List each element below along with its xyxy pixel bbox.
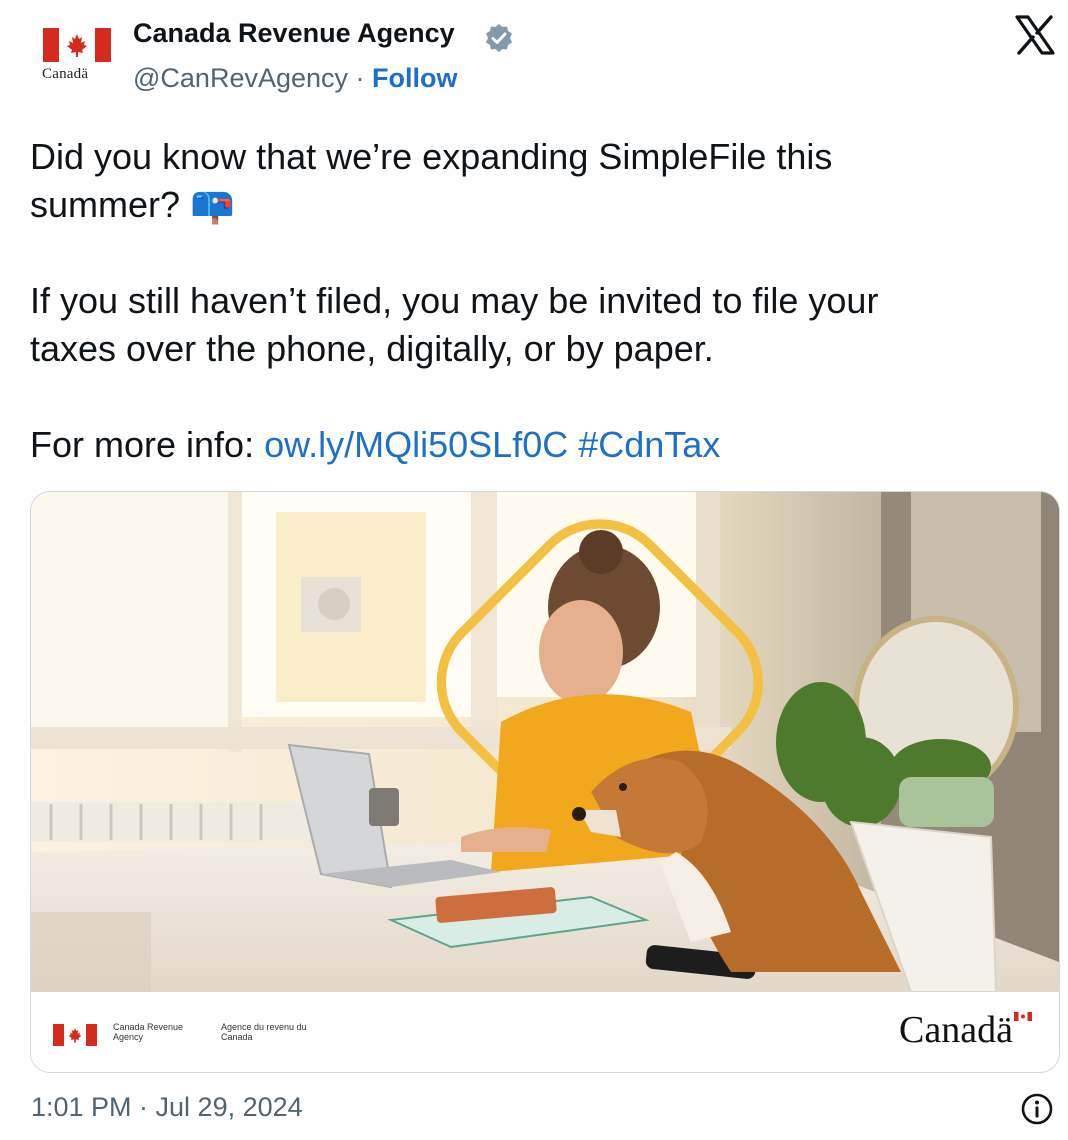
- tweet-line-text: summer?: [30, 184, 181, 225]
- tweet-line: For more info: ow.ly/MQli50SLf0C #CdnTax: [30, 421, 1040, 469]
- verified-badge-icon: [486, 24, 512, 52]
- canada-wordmark: Canadä: [42, 66, 89, 82]
- canada-flag-icon: [1014, 1012, 1032, 1021]
- account-handle[interactable]: @CanRevAgency: [133, 63, 348, 93]
- tweet-line: Did you know that we’re expanding Simple…: [30, 136, 833, 177]
- media-footer-band: Canada Revenue Agency Agence du revenu d…: [31, 992, 1059, 1072]
- tweet-timestamp[interactable]: 1:01 PM · Jul 29, 2024: [31, 1092, 303, 1123]
- handle-row: @CanRevAgency · Follow: [133, 63, 458, 94]
- separator: ·: [355, 63, 365, 93]
- window-pane: [31, 492, 231, 732]
- tweet-text: Did you know that we’re expanding Simple…: [30, 133, 1040, 469]
- agency-name-en: Canada Revenue Agency: [113, 1022, 184, 1042]
- info-icon[interactable]: [1020, 1092, 1054, 1126]
- tweet-header: Canadä Canada Revenue Agency @CanRevAgen…: [0, 0, 1068, 110]
- media-photo[interactable]: [31, 492, 1059, 992]
- tweet-line: If you still haven’t filed, you may be i…: [30, 280, 879, 321]
- canada-flag-icon: [53, 1024, 97, 1046]
- hashtag-link[interactable]: #CdnTax: [578, 424, 720, 465]
- tweet-line: taxes over the phone, digitally, or by p…: [30, 328, 714, 369]
- photo-illustration: [31, 492, 1059, 992]
- canada-wordmark: Canadä: [899, 1009, 1013, 1051]
- tweet-link[interactable]: ow.ly/MQli50SLf0C: [264, 424, 568, 465]
- more-info-label: For more info:: [30, 424, 255, 465]
- x-logo-icon[interactable]: [1013, 13, 1057, 57]
- display-name[interactable]: Canada Revenue Agency: [133, 18, 455, 49]
- canada-flag-icon: [43, 28, 111, 62]
- tweet-media[interactable]: Canada Revenue Agency Agence du revenu d…: [30, 491, 1060, 1073]
- agency-name-fr: Agence du revenu du Canada: [221, 1022, 307, 1042]
- follow-button[interactable]: Follow: [372, 63, 457, 93]
- mailbox-emoji-icon: 📪: [190, 184, 235, 225]
- tweet-line: summer? 📪: [30, 181, 1040, 229]
